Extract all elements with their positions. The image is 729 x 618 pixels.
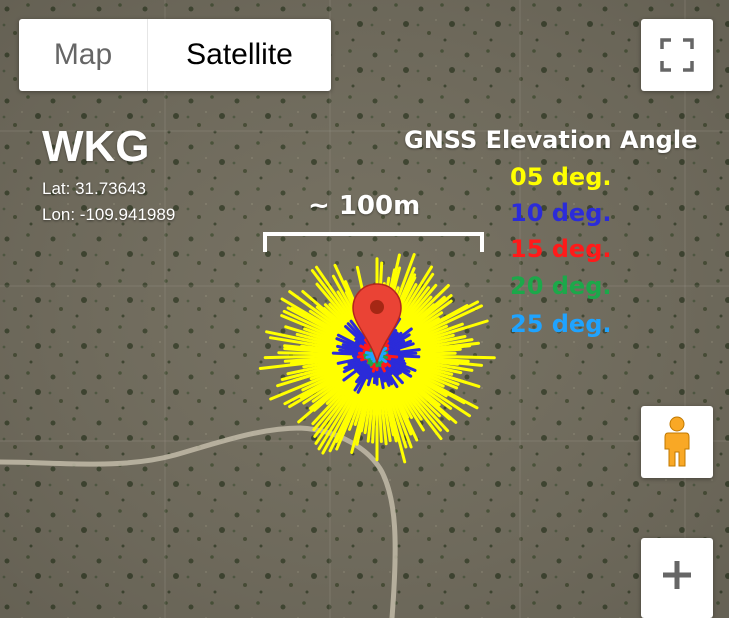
legend-title: GNSS Elevation Angle [404, 126, 698, 154]
site-name: WKG [42, 122, 150, 171]
zoom-in-button[interactable] [641, 538, 713, 618]
fullscreen-button[interactable] [641, 19, 713, 91]
map-type-satellite-button[interactable]: Satellite [148, 19, 331, 91]
legend-item-20deg: 20 deg. [510, 272, 612, 300]
street-view-pegman-button[interactable] [641, 406, 713, 478]
site-latitude: Lat: 31.73643 [42, 179, 146, 198]
legend-item-15deg: 15 deg. [510, 235, 612, 263]
map-type-control: Map Satellite [19, 19, 331, 91]
legend-item-10deg: 10 deg. [510, 199, 612, 227]
plus-icon [663, 561, 691, 589]
pegman-icon [664, 416, 690, 467]
satellite-map[interactable] [0, 0, 729, 618]
scale-label: ~ 100m [308, 191, 421, 221]
legend-item-25deg: 25 deg. [510, 310, 612, 338]
site-longitude: Lon: -109.941989 [42, 205, 176, 224]
legend-item-05deg: 05 deg. [510, 163, 612, 191]
fullscreen-icon [660, 38, 694, 72]
map-type-map-button[interactable]: Map [19, 19, 148, 91]
